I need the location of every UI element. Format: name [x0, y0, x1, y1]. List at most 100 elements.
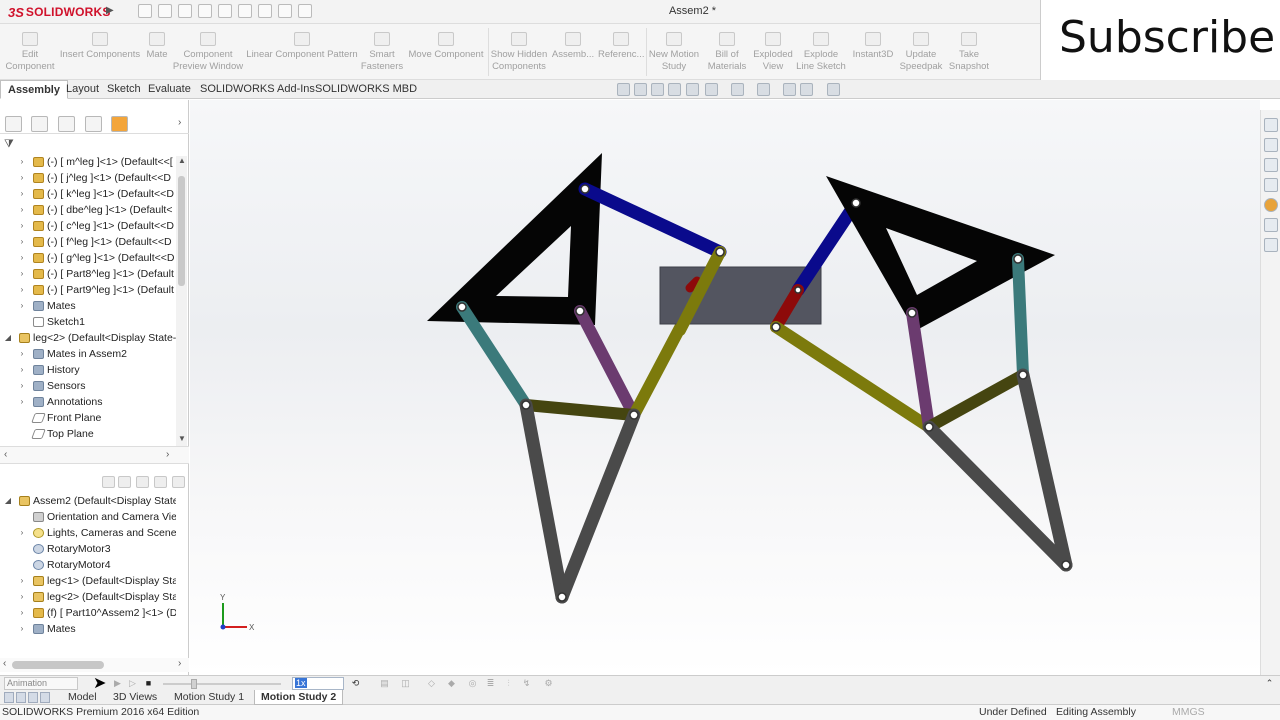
- joint-pin[interactable]: [580, 184, 590, 194]
- left-grey-foot-link-b[interactable]: [555, 408, 641, 604]
- tree-item[interactable]: RotaryMotor4: [0, 557, 176, 573]
- exploded-view-button[interactable]: Exploded View: [752, 28, 794, 73]
- study-type-select[interactable]: Animation: [4, 677, 78, 690]
- right-olive-coupler-mid[interactable]: [923, 369, 1029, 433]
- previous-view-icon[interactable]: [651, 83, 664, 96]
- collapse-motion-manager-icon[interactable]: ⌃: [1264, 678, 1275, 689]
- joint-pin[interactable]: [1018, 370, 1028, 380]
- tab-motion-study-2[interactable]: Motion Study 2: [254, 690, 344, 705]
- left-blue-crank-link[interactable]: [578, 182, 727, 259]
- scroll-left-icon[interactable]: ‹: [3, 658, 6, 669]
- sort-icon[interactable]: [172, 476, 185, 488]
- tab-model[interactable]: Model: [62, 690, 103, 705]
- unit-system[interactable]: MMGS: [1172, 705, 1205, 720]
- add-key-icon[interactable]: ◆: [446, 678, 457, 689]
- mate-button[interactable]: Mate: [142, 28, 172, 61]
- force-icon[interactable]: ↯: [521, 678, 532, 689]
- right-blue-crank-link[interactable]: [791, 196, 863, 297]
- scroll-right-icon[interactable]: ›: [178, 658, 181, 669]
- expand-arrow-icon[interactable]: ›: [17, 154, 27, 170]
- tree-item[interactable]: › Lights, Cameras and Scene: [0, 525, 176, 541]
- left-leg-assembly[interactable]: [427, 153, 727, 604]
- tree-item[interactable]: › (-) [ dbe^leg ]<1> (Default<: [0, 202, 176, 218]
- feature-manager-tree-icon[interactable]: [5, 116, 22, 132]
- autokey-icon[interactable]: ◇: [426, 678, 437, 689]
- expand-arrow-icon[interactable]: ›: [17, 170, 27, 186]
- joint-pin[interactable]: [851, 198, 861, 208]
- joint-pin[interactable]: [794, 286, 802, 294]
- expand-arrow-icon[interactable]: ›: [17, 346, 27, 362]
- joint-pin[interactable]: [907, 308, 917, 318]
- hide-show-items-icon[interactable]: [757, 83, 770, 96]
- section-view-icon[interactable]: [668, 83, 681, 96]
- tab-motion-study-1[interactable]: Motion Study 1: [168, 690, 250, 705]
- expand-arrow-icon[interactable]: ›: [17, 250, 27, 266]
- expand-arrow-icon[interactable]: ›: [17, 621, 27, 637]
- joint-pin[interactable]: [771, 322, 781, 332]
- next-tab-icon[interactable]: [28, 692, 38, 703]
- right-purple-link[interactable]: [906, 307, 935, 433]
- linear-pattern-button[interactable]: Linear Component Pattern: [246, 28, 358, 61]
- tab-addins[interactable]: SOLIDWORKS Add-Ins: [193, 80, 322, 99]
- subscribe-overlay[interactable]: Subscribe: [1040, 0, 1280, 84]
- appearances-icon[interactable]: [1264, 198, 1278, 212]
- play-icon[interactable]: ▶: [112, 678, 123, 689]
- tree-item[interactable]: › (f) [ Part10^Assem2 ]<1> (Defa: [0, 605, 176, 621]
- playback-speed-select[interactable]: 1x: [292, 677, 344, 690]
- expand-arrow-icon[interactable]: ›: [17, 605, 27, 621]
- tree-item[interactable]: › Mates: [0, 298, 176, 314]
- filter-animation-icon[interactable]: [102, 476, 115, 488]
- apply-scene-icon[interactable]: [800, 83, 813, 96]
- dimxpert-manager-icon[interactable]: [85, 116, 102, 132]
- instant3d-button[interactable]: Instant3D: [850, 28, 896, 61]
- left-grey-foot-link-a[interactable]: [519, 398, 569, 604]
- scroll-right-icon[interactable]: ›: [166, 449, 169, 460]
- tree-item[interactable]: › Annotations: [0, 394, 176, 410]
- panel-splitter[interactable]: ‹ ›: [0, 446, 189, 464]
- play-from-start-icon[interactable]: ▷: [127, 678, 138, 689]
- joint-pin[interactable]: [1013, 254, 1023, 264]
- expand-arrow-icon[interactable]: ›: [17, 378, 27, 394]
- mechanism-model[interactable]: Y X: [190, 100, 1260, 675]
- motor-icon[interactable]: ◎: [467, 678, 478, 689]
- show-hidden-components-button[interactable]: Show Hidden Components: [490, 28, 548, 73]
- right-teal-link[interactable]: [1012, 253, 1029, 381]
- file-explorer-icon[interactable]: [1264, 158, 1278, 172]
- joint-pin[interactable]: [715, 247, 725, 257]
- expand-arrow-icon[interactable]: ›: [17, 573, 27, 589]
- view-settings-icon[interactable]: [827, 83, 840, 96]
- scroll-thumb[interactable]: [178, 176, 185, 286]
- slider-knob[interactable]: [191, 679, 197, 689]
- motion-study-properties-icon[interactable]: ⚙: [543, 678, 554, 689]
- insert-components-button[interactable]: Insert Components: [58, 28, 142, 61]
- expand-arrow-icon[interactable]: ›: [17, 266, 27, 282]
- tree-item[interactable]: › Mates in Assem2: [0, 346, 176, 362]
- tab-evaluate[interactable]: Evaluate: [141, 80, 198, 99]
- filter-results-icon[interactable]: [154, 476, 167, 488]
- edit-component-button[interactable]: Edit Component: [4, 28, 56, 73]
- tree-item[interactable]: Top Plane: [0, 426, 176, 442]
- tree-item[interactable]: › (-) [ j^leg ]<1> (Default<<D: [0, 170, 176, 186]
- filter-driving-icon[interactable]: [118, 476, 131, 488]
- stop-icon[interactable]: ■: [143, 678, 154, 689]
- tree-item[interactable]: Front Plane: [0, 410, 176, 426]
- update-speedpak-button[interactable]: Update Speedpak: [898, 28, 944, 73]
- left-leg-triangle-frame[interactable]: [427, 153, 602, 325]
- save-animation-icon[interactable]: ▤: [379, 678, 390, 689]
- tree-item[interactable]: › Sensors: [0, 378, 176, 394]
- previous-tab-icon[interactable]: [16, 692, 26, 703]
- display-style-icon[interactable]: [731, 83, 744, 96]
- expand-arrow-icon[interactable]: ◢: [3, 493, 13, 509]
- joint-pin[interactable]: [557, 592, 567, 602]
- first-tab-icon[interactable]: [4, 692, 14, 703]
- scroll-thumb[interactable]: [12, 661, 104, 669]
- joint-pin[interactable]: [1061, 560, 1071, 570]
- custom-properties-icon[interactable]: [1264, 218, 1278, 232]
- property-manager-icon[interactable]: [31, 116, 48, 132]
- expand-arrow-icon[interactable]: ◢: [3, 330, 13, 346]
- spring-icon[interactable]: ≣: [485, 678, 496, 689]
- joint-pin[interactable]: [924, 422, 934, 432]
- home-icon[interactable]: [1264, 118, 1278, 132]
- graphics-area[interactable]: Y X: [190, 100, 1260, 675]
- joint-pin[interactable]: [575, 306, 585, 316]
